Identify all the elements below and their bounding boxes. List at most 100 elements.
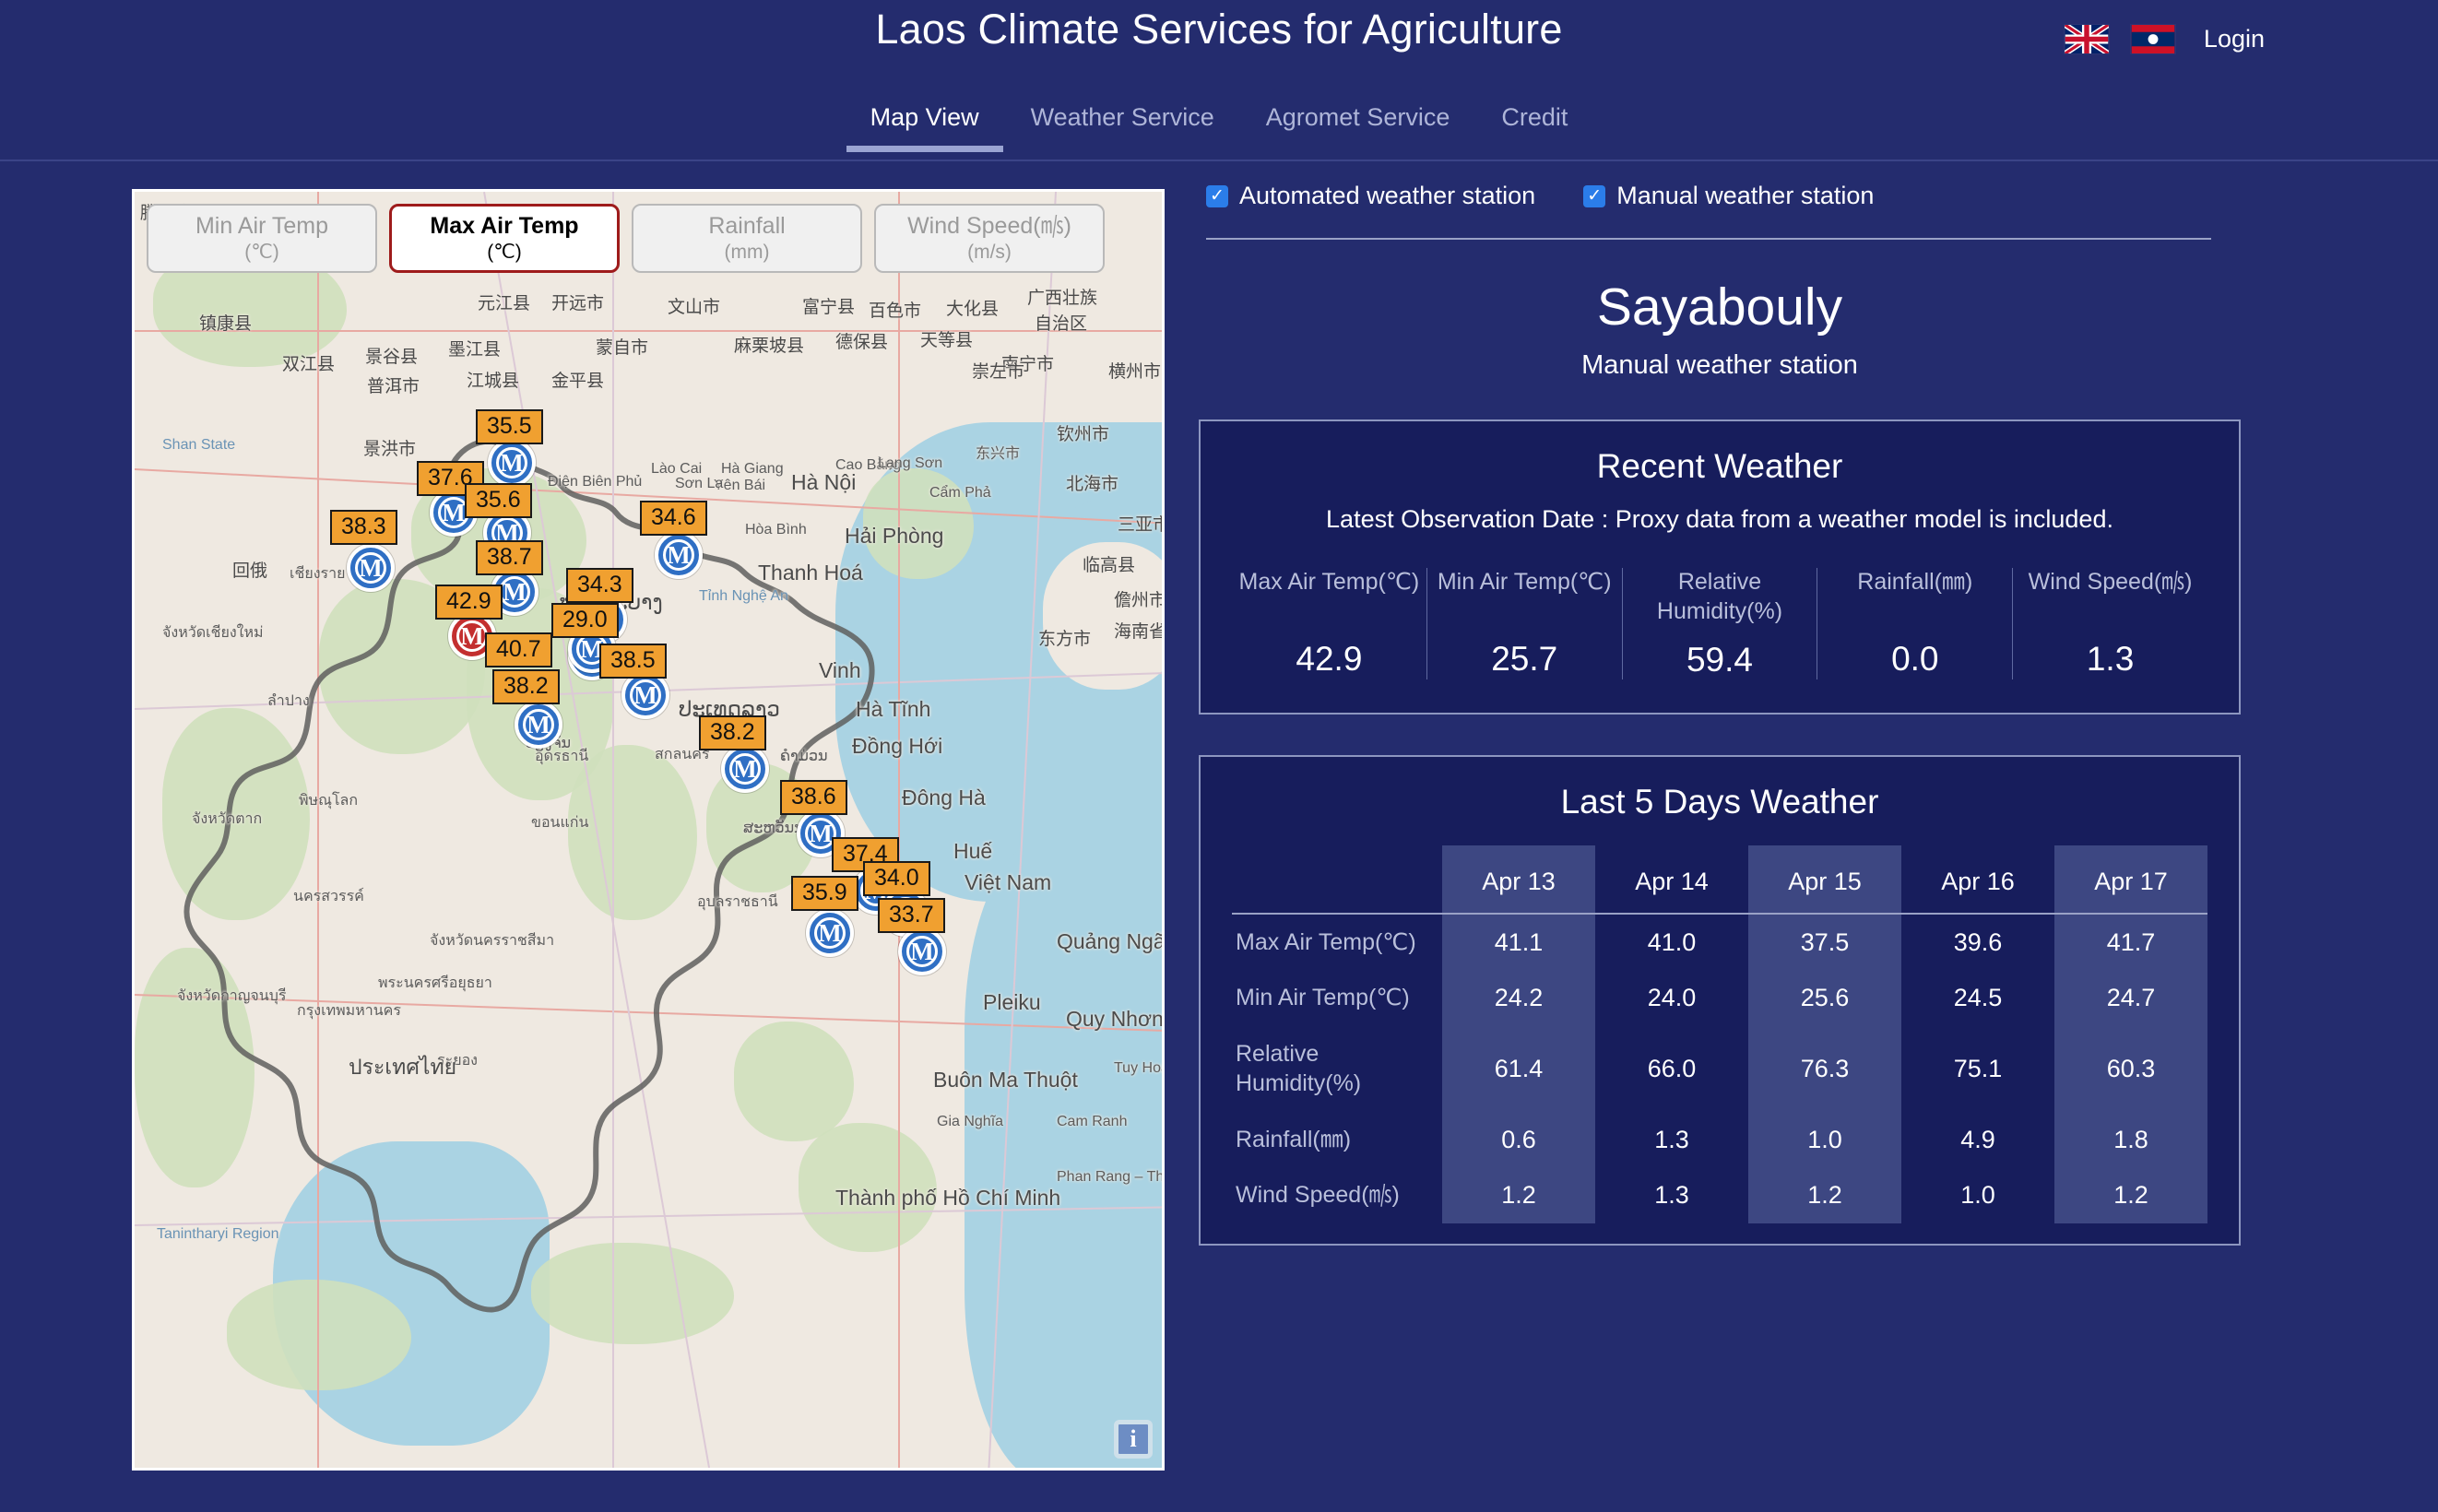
layer-tab-label: Min Air Temp xyxy=(195,212,329,239)
map-label: พระนครศรีอยุธยา xyxy=(378,975,492,991)
checkmark-icon: ✓ xyxy=(1583,184,1606,207)
flag-lo-icon[interactable] xyxy=(2129,24,2176,54)
map-label: Buôn Ma Thuột xyxy=(933,1068,1078,1092)
station-value-label[interactable]: 38.6 xyxy=(780,780,847,815)
table-cell: 1.3 xyxy=(1654,1125,1689,1153)
map-label: 东兴市 xyxy=(976,446,1021,462)
app-header: Laos Climate Services for Agriculture Lo… xyxy=(0,0,2438,161)
map-label: ขอนแก่น xyxy=(531,815,589,831)
map-label: Hải Phòng xyxy=(845,524,944,548)
table-cell: 0.6 xyxy=(1442,1111,1595,1168)
station-detail-panel: ✓ Automated weather station ✓ Manual wea… xyxy=(1199,178,2241,1246)
station-marker[interactable]: M xyxy=(347,544,395,592)
station-value-label[interactable]: 35.9 xyxy=(791,876,858,911)
table-col-header: Apr 17 xyxy=(2054,845,2207,914)
station-value-label[interactable]: 33.7 xyxy=(878,898,945,933)
station-value-label[interactable]: 42.9 xyxy=(435,585,503,620)
table-cell: 41.1 xyxy=(1442,913,1595,971)
table-cell: 1.8 xyxy=(2054,1111,2207,1168)
map-label: กรุงเทพมหานคร xyxy=(297,1003,401,1019)
table-row: Rainfall(㎜) 0.6 1.3 1.0 4.9 1.8 xyxy=(1232,1111,2207,1168)
table-row: Relative Humidity(%) 61.4 66.0 76.3 75.1… xyxy=(1232,1025,2207,1112)
table-cell: 1.3 xyxy=(1654,1181,1689,1209)
table-cell: 1.0 xyxy=(1748,1111,1901,1168)
checkbox-label: Manual weather station xyxy=(1616,182,1875,209)
table-cell: 24.5 xyxy=(1953,984,2003,1011)
map-label: ประเทศไทย xyxy=(349,1055,457,1079)
map-label: 蒙自市 xyxy=(596,338,649,358)
flag-en-icon[interactable] xyxy=(2063,24,2110,54)
login-button[interactable]: Login xyxy=(2204,25,2265,53)
layer-tab-min-air-temp[interactable]: Min Air Temp (℃) xyxy=(147,204,377,273)
last-5-days-table: Apr 13 Apr 14 Apr 15 Apr 16 Apr 17 Max A… xyxy=(1232,845,2207,1223)
station-value-label[interactable]: 34.3 xyxy=(566,568,633,603)
table-col-header: Apr 13 xyxy=(1442,845,1595,914)
map-label: 麻栗坡县 xyxy=(734,337,805,356)
map-label: 德保县 xyxy=(835,333,889,352)
station-value-label[interactable]: 38.2 xyxy=(699,715,766,750)
station-marker[interactable]: M xyxy=(655,531,703,579)
station-marker[interactable]: M xyxy=(721,745,769,793)
station-value-label[interactable]: 35.5 xyxy=(476,409,543,444)
marker-glyph: M xyxy=(818,918,842,947)
table-cell: 25.6 xyxy=(1748,970,1901,1026)
station-marker[interactable]: M xyxy=(806,909,854,957)
table-cell: 39.6 xyxy=(1953,927,2003,956)
weather-station-map[interactable]: 腾冲市 镇康县 双江县 景谷县 墨江县 元江县 开远市 文山市 富宁县 百色市 … xyxy=(132,189,1165,1471)
table-row: Max Air Temp(℃) 41.1 41.0 37.5 39.6 41.7 xyxy=(1232,913,2207,971)
map-label: 普洱市 xyxy=(367,377,420,396)
station-value-label[interactable]: 38.3 xyxy=(330,510,397,545)
station-marker[interactable]: M xyxy=(488,439,536,487)
station-value-label[interactable]: 35.6 xyxy=(465,483,532,518)
map-label: 文山市 xyxy=(668,298,721,317)
map-label: นครสวรรค์ xyxy=(293,889,364,904)
map-label: Lạng Sơn xyxy=(878,455,943,471)
tab-weather-service[interactable]: Weather Service xyxy=(1005,100,1240,152)
table-row-label: Max Air Temp(℃) xyxy=(1236,928,1416,955)
tab-agromet-service[interactable]: Agromet Service xyxy=(1240,100,1476,152)
table-col-header: Apr 14 xyxy=(1635,867,1709,895)
map-label: Sơn La xyxy=(675,476,724,491)
checkbox-automated-weather-station[interactable]: ✓ Automated weather station xyxy=(1206,182,1535,210)
metric-label: Min Air Temp(℃) xyxy=(1437,569,1612,596)
layer-tab-max-air-temp[interactable]: Max Air Temp (℃) xyxy=(389,204,620,273)
map-info-icon[interactable]: i xyxy=(1114,1420,1153,1459)
metric-wind-speed: Wind Speed(㎧) 1.3 xyxy=(2013,568,2207,679)
metric-label: Rainfall(㎜) xyxy=(1857,569,1973,596)
station-value-label[interactable]: 38.5 xyxy=(599,644,667,679)
station-marker[interactable]: M xyxy=(898,927,946,975)
station-value-label[interactable]: 34.0 xyxy=(863,861,930,896)
map-label: Hà Tĩnh xyxy=(856,697,931,721)
station-value-label[interactable]: 40.7 xyxy=(485,632,552,667)
layer-tab-rainfall[interactable]: Rainfall (mm) xyxy=(632,204,862,273)
layer-tab-wind-speed[interactable]: Wind Speed(㎧) (m/s) xyxy=(874,204,1105,273)
station-value-label[interactable]: 34.6 xyxy=(640,501,707,536)
map-label: จังหวัดตาก xyxy=(192,811,263,827)
map-label: Cam Ranh xyxy=(1057,1114,1128,1129)
map-label: 回俄 xyxy=(232,561,268,581)
map-layer-tabs: Min Air Temp (℃) Max Air Temp (℃) Rainfa… xyxy=(147,204,1105,273)
metric-label: Wind Speed(㎧) xyxy=(2028,569,2193,596)
marker-glyph: M xyxy=(667,540,691,569)
map-label: ຄຳມ່ວນ xyxy=(780,749,828,764)
map-label: Thanh Hoá xyxy=(758,561,863,585)
map-label: 广西壮族 xyxy=(1027,289,1098,308)
metric-value: 1.3 xyxy=(2086,640,2135,679)
map-label: 海南省 xyxy=(1114,622,1165,642)
map-label: 东方市 xyxy=(1038,630,1092,649)
checkbox-manual-weather-station[interactable]: ✓ Manual weather station xyxy=(1583,182,1874,210)
metric-label: Relative Humidity(%) xyxy=(1656,569,1783,624)
table-cell: 66.0 xyxy=(1647,1054,1697,1082)
marker-glyph: M xyxy=(733,754,757,783)
map-label: Việt Nam xyxy=(965,870,1052,894)
table-cell: 24.7 xyxy=(2054,970,2207,1026)
table-row-label: Min Air Temp(℃) xyxy=(1236,985,1410,1011)
station-marker[interactable]: M xyxy=(515,701,562,749)
tab-credit[interactable]: Credit xyxy=(1475,100,1593,152)
station-value-label[interactable]: 29.0 xyxy=(551,603,619,638)
map-label: Vinh xyxy=(819,658,861,682)
tab-map-view[interactable]: Map View xyxy=(845,100,1005,152)
station-value-label[interactable]: 38.7 xyxy=(476,540,543,575)
station-value-label[interactable]: 38.2 xyxy=(492,669,560,704)
layer-tab-unit: (℃) xyxy=(244,242,279,263)
